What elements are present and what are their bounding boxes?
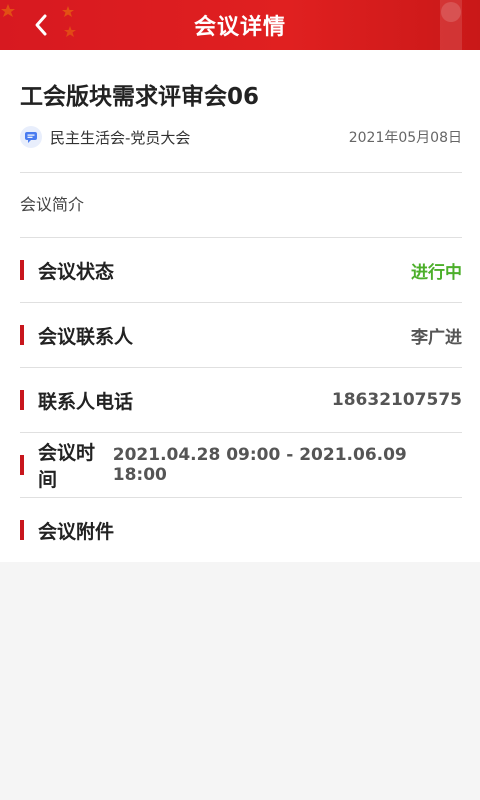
accent-bar <box>20 260 24 280</box>
accent-bar <box>20 325 24 345</box>
detail-row-phone: 联系人电话 18632107575 <box>20 368 462 433</box>
back-button[interactable] <box>26 9 56 41</box>
flag-decoration-icon <box>440 0 462 50</box>
phone-value[interactable]: 18632107575 <box>332 390 462 410</box>
detail-row-time: 会议时间 2021.04.28 09:00 - 2021.06.09 18:00 <box>20 433 462 498</box>
accent-bar <box>20 390 24 410</box>
chat-icon <box>20 126 42 148</box>
accent-bar <box>20 520 24 540</box>
detail-row-contact: 会议联系人 李广进 <box>20 303 462 368</box>
contact-value: 李广进 <box>411 327 462 348</box>
status-value: 进行中 <box>411 262 462 283</box>
meeting-detail-card: 工会版块需求评审会06 民主生活会-党员大会 2021年05月08日 会议简介 … <box>0 50 480 562</box>
meeting-meta: 民主生活会-党员大会 2021年05月08日 <box>20 124 462 150</box>
meeting-date: 2021年05月08日 <box>348 130 462 146</box>
accent-bar <box>20 455 24 475</box>
detail-row-status: 会议状态 进行中 <box>20 238 462 303</box>
category-label: 民主生活会-党员大会 <box>50 128 191 147</box>
detail-row-attachment[interactable]: 会议附件 <box>20 498 462 562</box>
chevron-left-icon <box>35 14 47 36</box>
page-title: 会议详情 <box>193 15 286 40</box>
status-label: 会议状态 <box>38 260 115 283</box>
contact-label: 会议联系人 <box>38 325 134 348</box>
meeting-topic: 工会版块需求评审会06 <box>20 84 260 110</box>
meeting-category: 民主生活会-党员大会 <box>20 126 190 148</box>
phone-label: 联系人电话 <box>38 390 134 413</box>
meeting-intro[interactable]: 会议简介 <box>20 173 462 238</box>
time-value: 2021.04.28 09:00 - 2021.06.09 18:00 <box>112 445 407 485</box>
header-bar: 会议详情 <box>0 0 480 50</box>
time-label: 会议时间 <box>37 442 95 491</box>
attachment-label: 会议附件 <box>38 520 115 543</box>
